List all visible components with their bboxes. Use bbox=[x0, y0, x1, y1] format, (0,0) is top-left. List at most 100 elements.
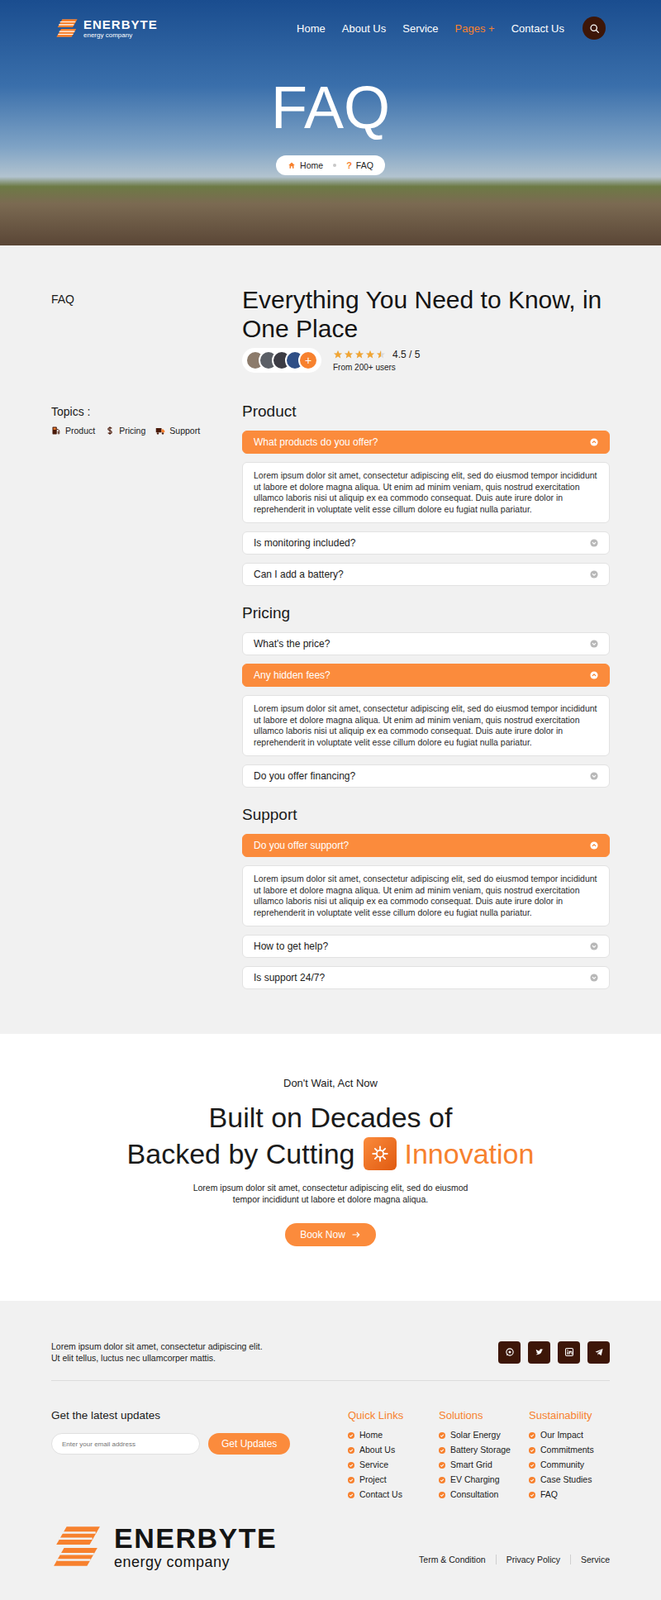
newsletter-title: Get the latest updates bbox=[51, 1408, 348, 1422]
social-button[interactable] bbox=[557, 1341, 581, 1364]
check-icon bbox=[438, 1431, 446, 1439]
logo-name: ENERBYTE bbox=[83, 18, 158, 31]
topic-item[interactable]: Product bbox=[51, 425, 96, 436]
telegram-icon bbox=[594, 1346, 604, 1357]
newsletter: Get the latest updates Get Updates bbox=[51, 1408, 348, 1500]
chevron-icon bbox=[589, 841, 599, 850]
footer-link[interactable]: Consultation bbox=[438, 1488, 529, 1500]
footer-column-title: Sustainability bbox=[528, 1408, 610, 1422]
faq-question[interactable]: Do you offer financing? bbox=[242, 764, 610, 788]
footer-link[interactable]: Commitments bbox=[528, 1444, 610, 1456]
check-icon bbox=[528, 1461, 536, 1469]
footer-link[interactable]: Smart Grid bbox=[438, 1459, 529, 1470]
footer-link[interactable]: Contact Us bbox=[347, 1488, 439, 1500]
star-icon bbox=[375, 349, 381, 360]
check-icon bbox=[438, 1461, 446, 1469]
footer-text: Lorem ipsum dolor sit amet, consectetur … bbox=[51, 1340, 271, 1364]
search-button[interactable] bbox=[582, 16, 606, 40]
nav-item[interactable]: Pages + bbox=[455, 22, 495, 35]
question-icon: ? bbox=[346, 160, 352, 171]
faq-group: Product What products do you offer? Lorem … bbox=[242, 402, 610, 586]
chevron-icon bbox=[589, 538, 599, 547]
footer-link[interactable]: Battery Storage bbox=[438, 1444, 529, 1456]
check-icon bbox=[528, 1491, 536, 1498]
footer-link[interactable]: Solar Energy bbox=[438, 1429, 529, 1441]
twitter-icon bbox=[534, 1346, 545, 1357]
cta-heading: Built on Decades ofBacked by CuttingInno… bbox=[127, 1098, 535, 1172]
email-input[interactable] bbox=[51, 1432, 200, 1455]
check-icon bbox=[438, 1491, 446, 1498]
faq-question[interactable]: Is monitoring included? bbox=[242, 531, 610, 555]
whatsapp-icon bbox=[504, 1346, 515, 1357]
nav-item[interactable]: About Us bbox=[342, 22, 386, 35]
faq-question[interactable]: What's the price? bbox=[242, 632, 610, 656]
breadcrumb-item[interactable]: Home bbox=[287, 160, 324, 171]
faq-answer: Lorem ipsum dolor sit amet, consectetur … bbox=[242, 461, 610, 524]
star-icon bbox=[375, 349, 386, 360]
chevron-icon bbox=[589, 941, 599, 951]
breadcrumb: Home ?FAQ bbox=[275, 155, 386, 176]
topic-item[interactable]: Support bbox=[155, 425, 200, 436]
topics: Topics :ProductPricingSupport bbox=[51, 402, 243, 990]
faq-question[interactable]: Can I add a battery? bbox=[242, 562, 610, 586]
get-updates-button[interactable]: Get Updates bbox=[208, 1432, 291, 1455]
footer-link[interactable]: Community bbox=[528, 1459, 610, 1470]
logo-icon bbox=[51, 1522, 103, 1570]
footer-logo-tagline: energy company bbox=[114, 1554, 277, 1570]
footer-link[interactable]: Project bbox=[347, 1474, 439, 1485]
logo[interactable]: ENERBYTEenergy company bbox=[55, 18, 158, 39]
faq-question[interactable]: What products do you offer? bbox=[242, 430, 610, 454]
book-now-button[interactable]: Book Now bbox=[285, 1222, 376, 1246]
nav-item[interactable]: Service bbox=[402, 22, 438, 35]
star-icon bbox=[354, 349, 365, 360]
innovation-badge bbox=[363, 1136, 397, 1170]
chevron-icon bbox=[589, 437, 599, 447]
chevron-icon bbox=[589, 639, 599, 648]
page: ENERBYTEenergy companyHomeAbout UsServic… bbox=[0, 0, 661, 1600]
footer-link[interactable]: FAQ bbox=[528, 1488, 610, 1500]
footer-link[interactable]: EV Charging bbox=[438, 1474, 529, 1485]
footer: Lorem ipsum dolor sit amet, consectetur … bbox=[0, 1300, 661, 1600]
chevron-icon bbox=[589, 670, 599, 680]
check-icon bbox=[438, 1446, 446, 1454]
faq-question[interactable]: Is support 24/7? bbox=[242, 965, 610, 990]
legal-link[interactable]: Privacy Policy bbox=[495, 1554, 571, 1565]
legal-links: Term & ConditionPrivacy PolicyService bbox=[408, 1554, 610, 1565]
rating-row: +4.5 / 5From 200+ users bbox=[242, 347, 610, 373]
star-icon bbox=[343, 349, 354, 360]
faq-section: FAQEverything You Need to Know, in One P… bbox=[0, 245, 661, 1034]
faq-question[interactable]: How to get help? bbox=[242, 934, 610, 958]
support-truck-icon bbox=[155, 425, 166, 436]
legal-link[interactable]: Service bbox=[570, 1554, 610, 1565]
social-button[interactable] bbox=[527, 1341, 551, 1364]
footer-link[interactable]: Home bbox=[347, 1429, 439, 1441]
check-icon bbox=[347, 1491, 355, 1498]
nav-item[interactable]: Home bbox=[296, 22, 326, 35]
faq-question[interactable]: Do you offer support? bbox=[242, 833, 610, 857]
avatar-group: + bbox=[242, 347, 322, 373]
more-avatars[interactable]: + bbox=[298, 350, 319, 371]
check-icon bbox=[347, 1461, 355, 1469]
nav-item[interactable]: Contact Us bbox=[511, 22, 565, 35]
footer-link[interactable]: Our Impact bbox=[528, 1429, 610, 1441]
footer-column: Sustainability Our Impact Commitments Commu… bbox=[528, 1408, 610, 1500]
footer-link[interactable]: About Us bbox=[347, 1444, 439, 1456]
footer-link[interactable]: Case Studies bbox=[528, 1474, 610, 1485]
breadcrumb-item[interactable]: ?FAQ bbox=[346, 160, 374, 171]
logo-icon bbox=[55, 18, 79, 39]
social-button[interactable] bbox=[498, 1341, 521, 1364]
faq-group-title: Product bbox=[242, 402, 610, 421]
footer-link[interactable]: Service bbox=[347, 1459, 439, 1470]
check-icon bbox=[528, 1431, 536, 1439]
linkedin-icon bbox=[564, 1346, 575, 1357]
footer-logo[interactable]: ENERBYTEenergy company bbox=[51, 1522, 277, 1570]
navbar: ENERBYTEenergy company Home About Us Servic… bbox=[55, 0, 606, 40]
section-label: FAQ bbox=[51, 285, 243, 373]
faq-question[interactable]: Any hidden fees? bbox=[242, 663, 610, 687]
hero-title: FAQ bbox=[271, 77, 390, 138]
search-icon bbox=[589, 23, 600, 34]
legal-link[interactable]: Term & Condition bbox=[408, 1554, 496, 1565]
topic-item[interactable]: Pricing bbox=[104, 425, 146, 436]
social-button[interactable] bbox=[587, 1341, 610, 1364]
star-rating bbox=[332, 349, 386, 360]
